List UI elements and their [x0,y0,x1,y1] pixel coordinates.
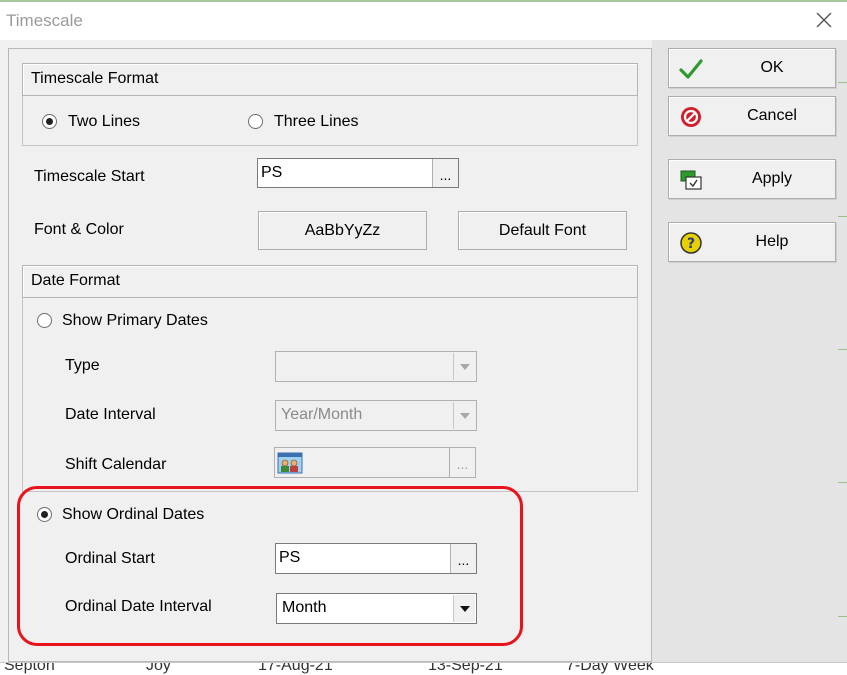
date-interval-label: Date Interval [65,406,156,423]
ordinal-start-browse-button[interactable]: ... [450,544,476,573]
type-select[interactable] [275,351,477,382]
default-font-label: Default Font [498,221,587,239]
date-interval-value: Year/Month [281,406,363,423]
three-lines-radio[interactable] [248,114,263,129]
timescale-start-field[interactable]: PS ... [257,158,459,188]
help-icon: ? [680,232,702,254]
timescale-format-header: Timescale Format [22,63,638,96]
background-cell: Septon [4,662,55,674]
font-color-label: Font & Color [34,221,124,238]
two-lines-radio[interactable] [42,114,57,129]
apply-button[interactable]: Apply [668,159,836,199]
close-button[interactable] [811,7,837,33]
chevron-down-icon [453,595,475,622]
timescale-format-title: Timescale Format [31,70,159,87]
show-primary-dates-label[interactable]: Show Primary Dates [62,312,208,330]
apply-label: Apply [751,170,793,187]
date-format-header: Date Format [22,265,638,298]
timescale-start-browse-button[interactable]: ... [432,159,458,187]
default-font-button[interactable]: Default Font [458,211,627,250]
background-cell: 13-Sep-21 [428,662,503,674]
checkmark-icon [679,59,703,79]
cancel-button[interactable]: Cancel [668,96,836,136]
cancel-icon [681,107,701,127]
font-sample-button[interactable]: AaBbYyZz [258,211,427,250]
window-title: Timescale [6,11,83,30]
help-button[interactable]: ? Help [668,222,836,262]
timescale-start-value: PS [261,164,283,181]
help-label: Help [755,233,789,250]
background-cell: 7-Day Week [566,662,654,674]
ordinal-date-interval-value: Month [282,599,327,616]
show-primary-dates-radio[interactable] [37,313,52,328]
apply-icon [680,170,702,190]
ordinal-date-interval-select[interactable]: Month [276,593,477,624]
ordinal-date-interval-label: Ordinal Date Interval [65,598,212,615]
chevron-down-icon [453,402,475,429]
cancel-label: Cancel [747,107,797,124]
date-interval-select[interactable]: Year/Month [275,400,477,431]
svg-text:?: ? [687,236,695,252]
three-lines-label[interactable]: Three Lines [274,113,359,131]
ok-button[interactable]: OK [668,48,836,88]
shift-calendar-browse-button[interactable]: ... [449,448,475,477]
title-bar: Timescale [0,0,847,40]
background-grid-edge [838,40,847,662]
ordinal-start-field[interactable]: PS ... [275,543,477,574]
shift-calendar-field[interactable]: ... [274,447,476,478]
background-cell: Joy [146,662,171,674]
show-ordinal-dates-radio[interactable] [37,507,52,522]
ordinal-start-value: PS [279,549,301,566]
background-table-row: Septon Joy 17-Aug-21 13-Sep-21 7-Day Wee… [0,662,847,675]
two-lines-label[interactable]: Two Lines [68,113,140,131]
show-ordinal-dates-label[interactable]: Show Ordinal Dates [62,506,204,524]
font-sample-label: AaBbYyZz [304,221,381,239]
ok-label: OK [760,59,784,76]
timescale-start-label: Timescale Start [34,168,145,185]
group-divider [22,491,638,492]
ordinal-start-label: Ordinal Start [65,550,155,567]
background-cell: 17-Aug-21 [258,662,333,674]
type-label: Type [65,357,100,374]
close-icon [816,12,832,28]
shift-calendar-label: Shift Calendar [65,456,167,473]
chevron-down-icon [453,353,475,380]
calendar-people-icon [277,452,303,474]
date-format-title: Date Format [31,272,120,289]
